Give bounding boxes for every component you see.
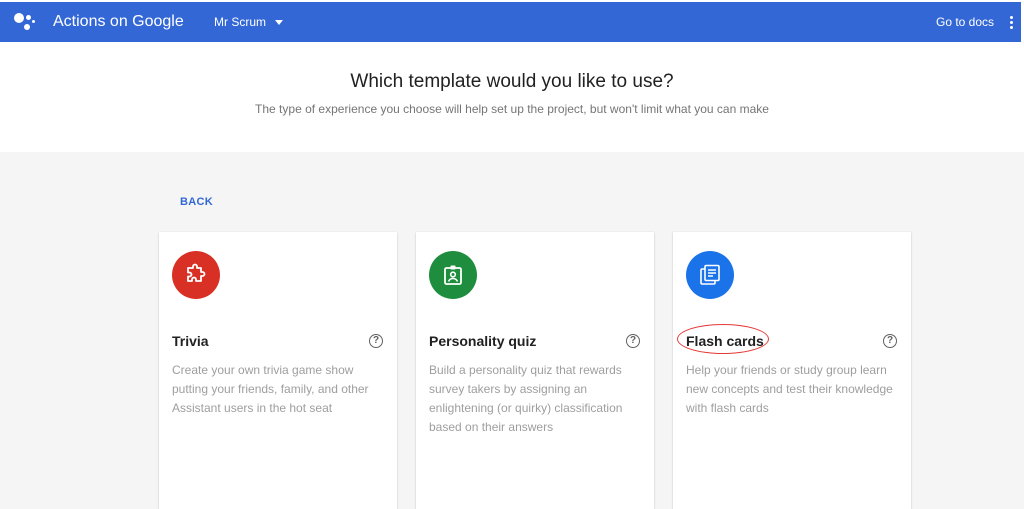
page: Actions on Google Mr Scrum Go to docs Wh…	[0, 0, 1024, 509]
page-title: Which template would you like to use?	[350, 71, 674, 92]
template-card-trivia[interactable]: Trivia ? Create your own trivia game sho…	[159, 232, 397, 509]
back-button[interactable]: BACK	[180, 196, 213, 208]
help-icon[interactable]: ?	[626, 334, 640, 348]
template-gallery: BACK Trivia ? Create your own trivia gam…	[0, 152, 1024, 509]
page-subtitle: The type of experience you choose will h…	[255, 102, 769, 116]
id-badge-icon	[429, 251, 477, 299]
assistant-logo-icon	[14, 11, 38, 33]
puzzle-icon	[172, 251, 220, 299]
template-card-flash-cards[interactable]: Flash cards ? Help your friends or study…	[673, 232, 911, 509]
go-to-docs-link[interactable]: Go to docs	[936, 15, 994, 29]
top-app-bar: Actions on Google Mr Scrum Go to docs	[0, 2, 1021, 42]
template-card-personality-quiz[interactable]: Personality quiz ? Build a personality q…	[416, 232, 654, 509]
template-header: Which template would you like to use? Th…	[0, 42, 1024, 152]
card-title: Flash cards	[686, 333, 764, 349]
card-description: Build a personality quiz that rewards su…	[429, 363, 623, 434]
card-title: Personality quiz	[429, 333, 537, 349]
help-icon[interactable]: ?	[883, 334, 897, 348]
project-name: Mr Scrum	[214, 15, 266, 29]
card-description: Help your friends or study group learn n…	[686, 363, 893, 415]
card-title: Trivia	[172, 333, 209, 349]
help-icon[interactable]: ?	[369, 334, 383, 348]
cards-icon	[686, 251, 734, 299]
chevron-down-icon	[275, 19, 283, 25]
card-description: Create your own trivia game show putting…	[172, 363, 369, 415]
project-selector[interactable]: Mr Scrum	[214, 15, 283, 29]
more-vert-icon[interactable]	[1010, 16, 1014, 30]
app-title: Actions on Google	[53, 13, 184, 30]
